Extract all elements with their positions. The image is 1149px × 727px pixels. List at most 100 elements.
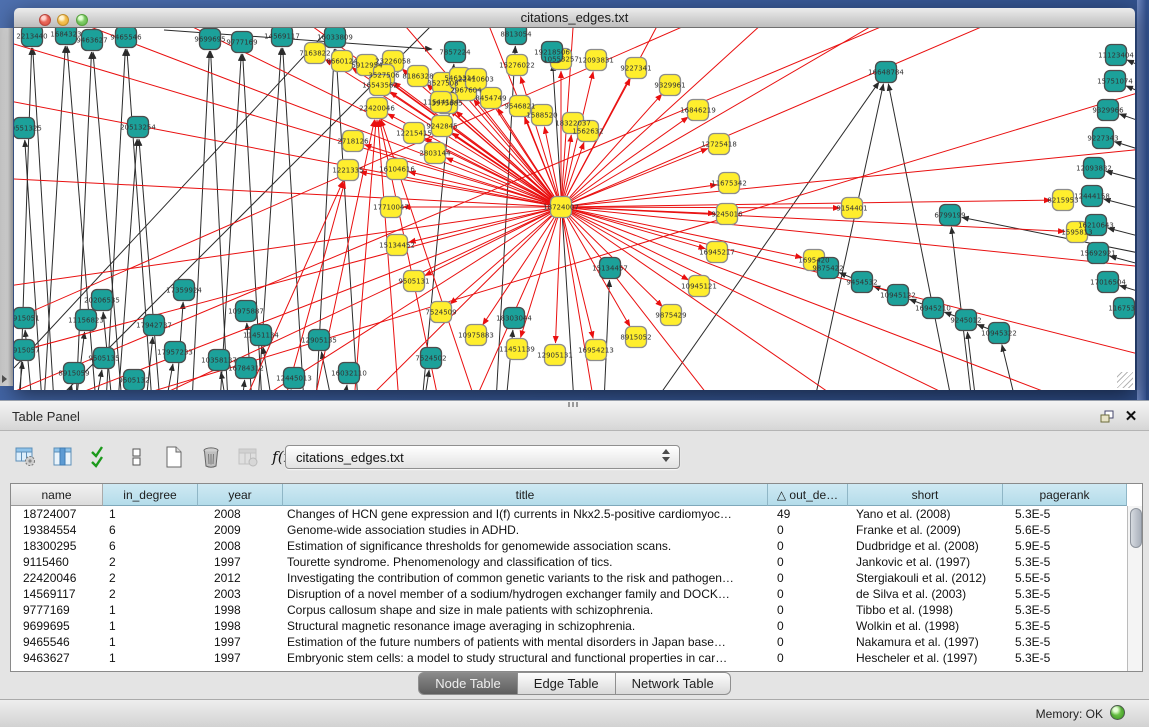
graph-node-label: 10553257 xyxy=(543,56,579,64)
table-cell: 1 xyxy=(103,602,198,618)
graph-edge xyxy=(96,370,102,390)
graph-node-label: 8813054 xyxy=(500,31,532,39)
tab-edge-table[interactable]: Edge Table xyxy=(518,672,616,695)
graph-node-label: 2213440 xyxy=(16,33,47,41)
table-cell: 2 xyxy=(103,586,198,602)
table-cell: Yano et al. (2008) xyxy=(848,506,1003,522)
graph-edge xyxy=(1110,256,1135,268)
graph-edge xyxy=(1127,60,1135,72)
scrollbar-thumb[interactable] xyxy=(1130,508,1142,548)
column-header-pagerank[interactable]: pagerank xyxy=(1003,484,1127,506)
table-row[interactable]: 1830029562008Estimation of significance … xyxy=(11,538,1142,554)
table-selector-value: citations_edges.txt xyxy=(296,450,404,465)
graph-node-label: 9227341 xyxy=(620,65,651,73)
graph-node-label: 16945210 xyxy=(915,305,951,313)
table-row[interactable]: 1456911722003Disruption of a novel membe… xyxy=(11,586,1142,602)
graph-edge xyxy=(561,148,708,207)
column-header-short[interactable]: short xyxy=(848,484,1003,506)
table-cell: Tourette syndrome. Phenomenology and cla… xyxy=(283,554,768,570)
graph-node-label: 22420046 xyxy=(359,105,395,113)
table-cell: 0 xyxy=(768,538,848,554)
close-panel-button[interactable]: ✕ xyxy=(1122,408,1140,426)
table-toolbar: f(x) xyxy=(12,440,308,474)
graph-node-label: 12093832 xyxy=(1076,165,1112,173)
graph-node-label: 7524509 xyxy=(425,309,456,317)
select-all-button[interactable] xyxy=(86,443,114,471)
graph-edge xyxy=(344,385,347,390)
column-header-in_degree[interactable]: in_degree xyxy=(103,484,198,506)
network-view-window[interactable]: citations_edges.txt 18724007716382286601… xyxy=(14,8,1135,390)
table-cell: Genome-wide association studies in ADHD. xyxy=(283,522,768,538)
table-row[interactable]: 946554611997Estimation of the future num… xyxy=(11,634,1142,650)
table-cell: Changes of HCN gene expression and I(f) … xyxy=(283,506,768,522)
window-titlebar[interactable]: citations_edges.txt xyxy=(14,8,1135,28)
column-header-title[interactable]: title xyxy=(283,484,768,506)
table-cell: 14569117 xyxy=(11,586,103,602)
table-cell: Dudbridge et al. (2008) xyxy=(848,538,1003,554)
memory-status-indicator[interactable] xyxy=(1110,705,1125,720)
delete-button[interactable] xyxy=(197,443,225,471)
graph-node-label: 9227343 xyxy=(1087,135,1118,143)
graph-edge xyxy=(1002,345,1016,390)
column-header-year[interactable]: year xyxy=(198,484,283,506)
table-row[interactable]: 1938455462009Genome-wide association stu… xyxy=(11,522,1142,538)
table-cell: 6 xyxy=(103,522,198,538)
table-scrollbar[interactable] xyxy=(1127,506,1142,671)
table-cell: 5.5E-5 xyxy=(1003,570,1127,586)
table-tabs: Node TableEdge TableNetwork Table xyxy=(0,672,1149,696)
memory-status-label: Memory: OK xyxy=(1036,707,1103,721)
new-document-button[interactable] xyxy=(160,443,188,471)
table-row[interactable]: 2242004622012Investigating the contribut… xyxy=(11,570,1142,586)
tab-network-table[interactable]: Network Table xyxy=(616,672,731,695)
graph-edge xyxy=(242,380,245,390)
graph-node-label: 10975883 xyxy=(458,332,494,340)
graph-node-label: 9454532 xyxy=(846,279,877,287)
table-cell: 5.3E-5 xyxy=(1003,602,1127,618)
table-settings-button[interactable] xyxy=(12,443,40,471)
table-cell: 1998 xyxy=(198,602,283,618)
splitter-grip[interactable] xyxy=(568,402,580,407)
table-cell: 9777169 xyxy=(11,602,103,618)
table-row[interactable]: 946362711997Embryonic stem cells: a mode… xyxy=(11,650,1142,666)
graph-node-label: 11544134 xyxy=(423,99,459,107)
graph-node-label: 17942737 xyxy=(136,322,172,330)
table-selector-dropdown[interactable]: citations_edges.txt xyxy=(285,445,680,469)
graph-node-label: 19218506 xyxy=(534,49,570,57)
panel-expand-arrow-icon[interactable] xyxy=(2,375,7,383)
graph-node-label: 9505132 xyxy=(118,377,149,385)
network-canvas[interactable]: 1872400771638228660124591295423226058352… xyxy=(14,28,1135,390)
graph-node-label: 16210643 xyxy=(1078,222,1114,230)
delete-table-button[interactable] xyxy=(234,443,262,471)
graph-edge xyxy=(561,207,840,208)
unselect-all-button[interactable] xyxy=(123,443,151,471)
collapsed-panel-strip[interactable] xyxy=(0,28,13,386)
table-panel: Table Panel ✕ xyxy=(0,400,1149,727)
float-panel-button[interactable] xyxy=(1098,408,1116,426)
table-row[interactable]: 1872400712008Changes of HCN gene express… xyxy=(11,506,1142,522)
table-row[interactable]: 977716911998Corpus callosum shape and si… xyxy=(11,602,1142,618)
table-cell: 1997 xyxy=(198,650,283,666)
table-cell: Disruption of a novel member of a sodium… xyxy=(283,586,768,602)
table-row[interactable]: 969969511998Structural magnetic resonanc… xyxy=(11,618,1142,634)
graph-node-label: 16104616 xyxy=(379,166,415,174)
column-header-name[interactable]: name xyxy=(11,484,103,506)
show-columns-button[interactable] xyxy=(49,443,77,471)
table-cell: 2008 xyxy=(198,538,283,554)
table-body: 1872400712008Changes of HCN gene express… xyxy=(11,506,1142,666)
table-row[interactable]: 911546021997Tourette syndrome. Phenomeno… xyxy=(11,554,1142,570)
tab-node-table[interactable]: Node Table xyxy=(418,672,518,695)
table-header-row: namein_degreeyeartitle△ out_de…shortpage… xyxy=(11,484,1142,506)
graph-node-label: 3527506 xyxy=(368,72,400,80)
window-resize-grip[interactable] xyxy=(1117,372,1133,388)
graph-node-label: 20551325 xyxy=(14,125,42,133)
select-all-icon xyxy=(88,445,112,469)
graph-node-label: 7524502 xyxy=(415,355,446,363)
graph-node-label: 17957233 xyxy=(157,349,193,357)
graph-edge xyxy=(33,48,54,390)
graph-node-label: 16945217 xyxy=(699,249,735,257)
column-header-out_de[interactable]: △ out_de… xyxy=(768,484,848,506)
table-cell: Stergiakouli et al. (2012) xyxy=(848,570,1003,586)
table-settings-icon xyxy=(14,445,38,469)
table-cell: 0 xyxy=(768,618,848,634)
graph-edge xyxy=(561,185,717,207)
